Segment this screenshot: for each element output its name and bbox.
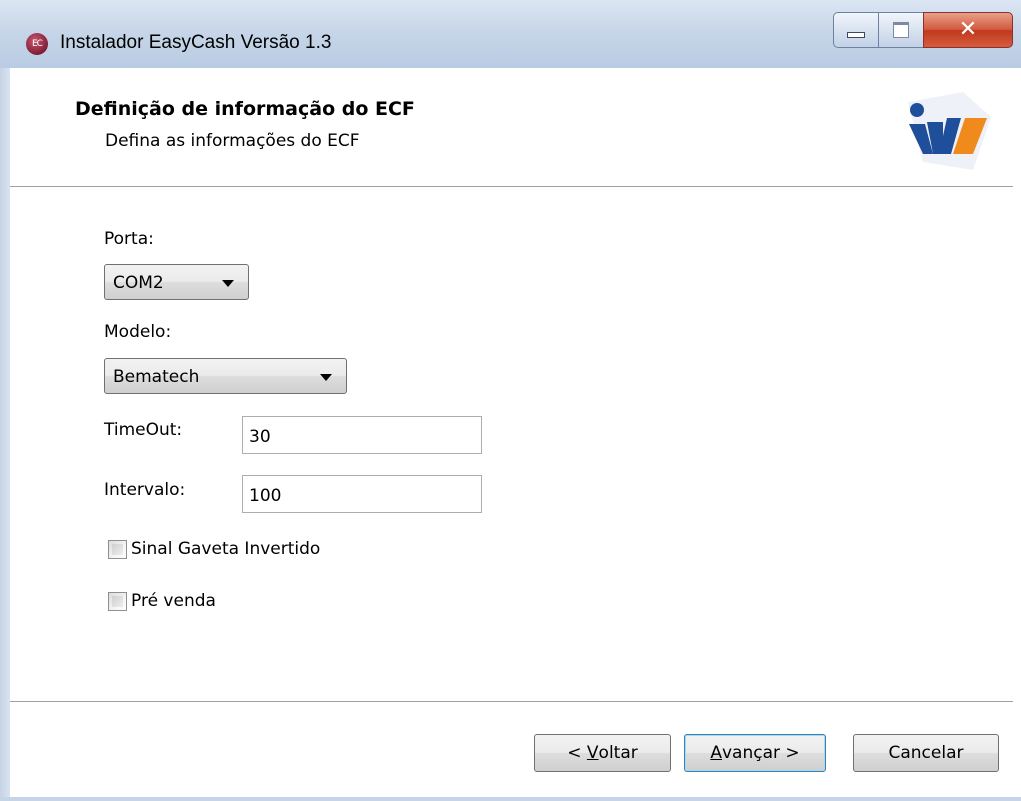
porta-select[interactable]: COM2 — [104, 264, 249, 300]
next-button-label: vançar > — [721, 743, 800, 763]
window-frame-right — [1013, 68, 1021, 801]
maximize-button[interactable] — [878, 12, 924, 48]
close-button[interactable]: ✕ — [923, 12, 1013, 48]
close-icon: ✕ — [958, 17, 978, 42]
back-button[interactable]: < Voltar — [534, 734, 671, 772]
app-icon: EC — [26, 33, 48, 55]
window-controls: ✕ — [833, 12, 1013, 48]
minimize-icon — [847, 32, 865, 38]
next-button[interactable]: Avançar > — [684, 734, 826, 772]
cancel-button[interactable]: Cancelar — [853, 734, 999, 772]
title-bar[interactable]: EC Instalador EasyCash Versão 1.3 ✕ — [0, 0, 1021, 69]
porta-select-value: COM2 — [113, 273, 164, 293]
intervalo-label: Intervalo: — [104, 480, 186, 500]
timeout-input-value: 30 — [249, 427, 271, 447]
page-title: Definição de informação do ECF — [75, 98, 415, 120]
maximize-icon — [893, 22, 909, 38]
window-frame-left — [0, 68, 10, 801]
timeout-input[interactable]: 30 — [242, 416, 482, 454]
intervalo-input-value: 100 — [249, 486, 282, 506]
back-button-label: oltar — [598, 743, 638, 763]
page-subtitle: Defina as informações do ECF — [105, 131, 360, 151]
sinal-gaveta-checkbox[interactable] — [108, 540, 127, 559]
modelo-label: Modelo: — [104, 322, 172, 342]
back-button-mnemonic: V — [586, 743, 599, 763]
wizard-header: Definição de informação do ECF Defina as… — [10, 68, 1013, 187]
pre-venda-checkbox[interactable] — [108, 592, 127, 611]
pre-venda-label[interactable]: Pré venda — [131, 591, 216, 611]
next-button-mnemonic: A — [710, 743, 722, 763]
chevron-down-icon — [222, 280, 234, 287]
modelo-select[interactable]: Bematech — [104, 358, 347, 394]
wizard-footer: < Voltar Avançar > Cancelar — [10, 702, 1013, 797]
cancel-button-label: Cancelar — [888, 743, 964, 763]
chevron-down-icon — [320, 374, 332, 381]
porta-label: Porta: — [104, 229, 154, 249]
window-title: Instalador EasyCash Versão 1.3 — [60, 32, 332, 53]
back-button-prefix: < — [567, 743, 587, 763]
sinal-gaveta-label[interactable]: Sinal Gaveta Invertido — [131, 539, 320, 559]
company-logo-icon — [908, 92, 991, 170]
modelo-select-value: Bematech — [113, 367, 200, 387]
timeout-label: TimeOut: — [104, 420, 183, 440]
intervalo-input[interactable]: 100 — [242, 475, 482, 513]
minimize-button[interactable] — [833, 12, 879, 48]
window-frame-bottom — [0, 797, 1021, 801]
ecf-form: Porta: COM2 Modelo: Bematech TimeOut: 30… — [10, 187, 1013, 702]
